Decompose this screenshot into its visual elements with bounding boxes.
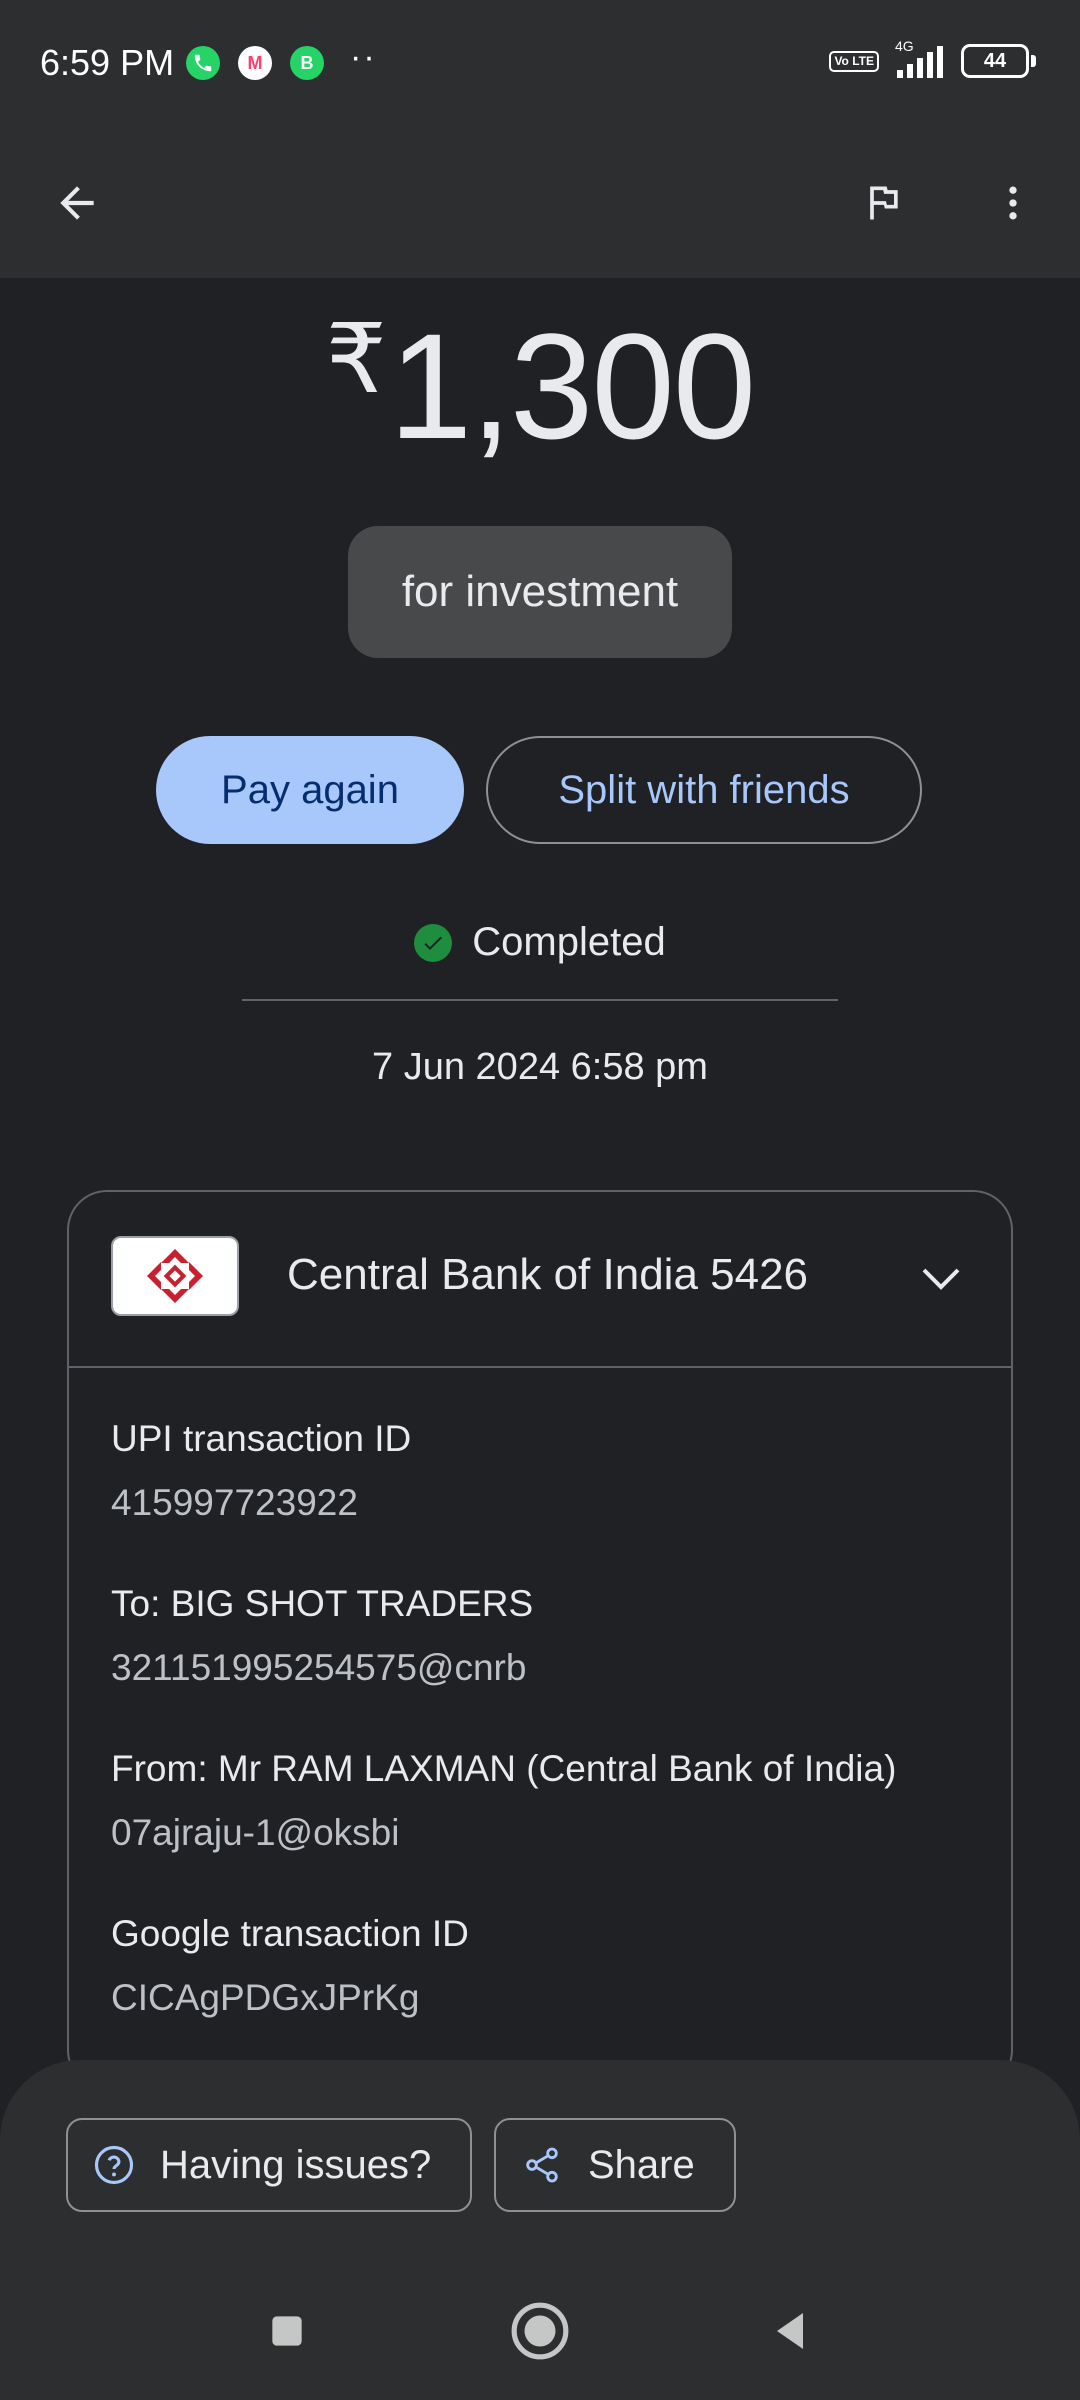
central-bank-logo-icon (111, 1236, 239, 1316)
recent-apps-button[interactable] (252, 2296, 322, 2366)
status-bar: 6:59 PM M B ·· Vo LTE 4G 44 (0, 0, 1080, 128)
payment-note: for investment (348, 526, 732, 658)
more-options-button[interactable] (968, 158, 1058, 248)
detail-label: UPI transaction ID (111, 1418, 412, 1459)
bank-account-header[interactable]: Central Bank of India 5426 (69, 1192, 1011, 1368)
transaction-datetime: 7 Jun 2024 6:58 pm (372, 1046, 708, 1088)
bank-account-name: Central Bank of India 5426 (287, 1250, 809, 1299)
battery-icon: 44 (961, 44, 1036, 78)
battery-level: 44 (983, 49, 1007, 72)
payer-row: From: Mr RAM LAXMAN (Central Bank of Ind… (111, 1748, 896, 1854)
more-vertical-icon (1009, 186, 1017, 220)
notification-icons: M B (186, 46, 324, 80)
top-app-bar (0, 128, 1080, 278)
home-button[interactable] (505, 2296, 575, 2366)
home-circle-icon (511, 2302, 569, 2360)
payee-row: To: BIG SHOT TRADERS 321151995254575@cnr… (111, 1583, 533, 1689)
detail-label: To: BIG SHOT TRADERS (111, 1583, 534, 1624)
detail-label: From: Mr RAM LAXMAN (Central Bank of Ind… (111, 1748, 897, 1789)
detail-label: Google transaction ID (111, 1913, 469, 1954)
triangle-back-icon (777, 2313, 803, 2349)
whatsapp-business-icon: B (290, 46, 324, 80)
detail-value[interactable]: CICAgPDGxJPrKg (111, 1977, 469, 2019)
status-label: Completed (472, 920, 666, 964)
check-circle-icon (414, 923, 453, 962)
chevron-down-icon[interactable] (911, 1248, 971, 1308)
system-navigation-bar (0, 2278, 1080, 2388)
currency-symbol: ₹ (325, 306, 387, 413)
system-icons: Vo LTE 4G 44 (829, 38, 1036, 78)
share-label: Share (588, 2142, 695, 2187)
myntra-icon: M (238, 46, 272, 80)
having-issues-button[interactable]: Having issues? (66, 2118, 472, 2212)
whatsapp-icon (186, 46, 220, 80)
split-with-friends-button[interactable]: Split with friends (486, 736, 922, 844)
back-button[interactable] (32, 158, 122, 248)
detail-value[interactable]: 07ajraju-1@oksbi (111, 1812, 896, 1854)
share-icon (520, 2143, 564, 2187)
google-transaction-id-row: Google transaction ID CICAgPDGxJPrKg (111, 1913, 469, 2019)
arrow-left-icon (60, 186, 94, 220)
status-time: 6:59 PM (40, 42, 175, 83)
upi-transaction-id-row: UPI transaction ID 415997723922 (111, 1418, 411, 1524)
help-circle-icon (92, 2143, 136, 2187)
volte-icon: Vo LTE (829, 50, 879, 72)
more-notifications-icon: ·· (350, 38, 377, 76)
divider (242, 999, 838, 1001)
share-button[interactable]: Share (494, 2118, 736, 2212)
amount-value: 1,300 (388, 302, 756, 470)
report-button[interactable] (838, 158, 928, 248)
detail-value[interactable]: 321151995254575@cnrb (111, 1647, 533, 1689)
payment-status: Completed (0, 920, 1080, 965)
signal-icon: 4G (895, 38, 943, 78)
flag-icon (870, 186, 898, 220)
having-issues-label: Having issues? (160, 2142, 432, 2187)
payment-amount: ₹1,300 (0, 300, 1080, 473)
back-nav-button[interactable] (756, 2296, 826, 2366)
detail-value[interactable]: 415997723922 (111, 1482, 411, 1524)
pay-again-button[interactable]: Pay again (156, 736, 464, 844)
network-type: 4G (895, 38, 914, 54)
square-icon (272, 2316, 302, 2346)
transaction-details-card: Central Bank of India 5426 UPI transacti… (67, 1190, 1013, 2090)
